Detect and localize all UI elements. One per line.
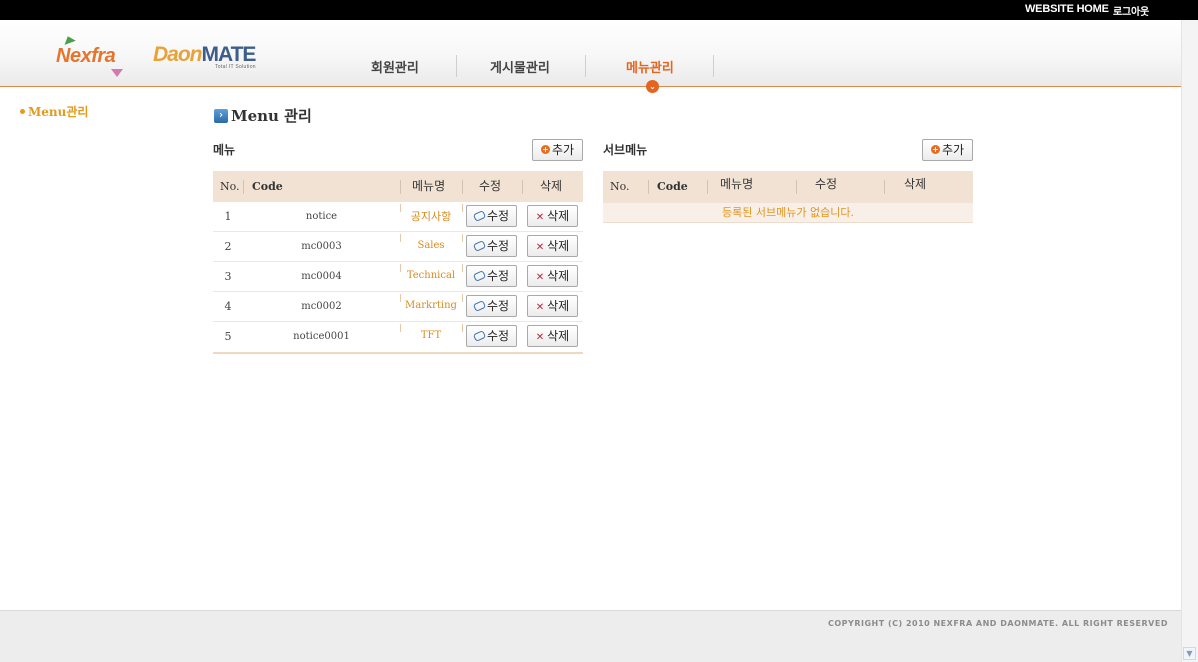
- plus-icon: +: [930, 145, 940, 154]
- add-submenu-button[interactable]: + 추가: [922, 139, 973, 161]
- logout-link[interactable]: 로그아웃: [1113, 3, 1149, 18]
- table-bottom-border: [213, 352, 583, 354]
- copyright-text: COPYRIGHT (C) 2010 NEXFRA AND DAONMATE. …: [828, 619, 1168, 628]
- submenu-section-label: 서브메뉴: [603, 143, 648, 157]
- edit-button[interactable]: 수정: [466, 325, 517, 347]
- edit-button[interactable]: 수정: [466, 265, 517, 287]
- sidebar-item-menu-management[interactable]: Menu관리: [20, 103, 88, 120]
- table-row: 1 notice 공지사항 수정 ✕ 삭제: [213, 202, 583, 232]
- active-nav-chevron-icon: ⌄: [646, 80, 659, 93]
- page-title: › Menu 관리: [214, 105, 312, 126]
- footer: COPYRIGHT (C) 2010 NEXFRA AND DAONMATE. …: [0, 610, 1181, 662]
- bullet-icon: [20, 109, 25, 114]
- delete-button[interactable]: ✕ 삭제: [527, 325, 578, 347]
- top-bar: WEBSITE HOME 로그아웃: [0, 0, 1198, 20]
- table-row: 5 notice0001 TFT 수정 ✕ 삭제: [213, 322, 583, 352]
- eraser-icon: [472, 239, 487, 252]
- menu-table-header: No. Code 메뉴명 수정 삭제: [213, 171, 583, 202]
- eraser-icon: [472, 209, 487, 222]
- edit-button[interactable]: 수정: [466, 205, 517, 227]
- table-row: 3 mc0004 Technical 수정 ✕ 삭제: [213, 262, 583, 292]
- daonmate-logo[interactable]: DaonMATE Total IT Solution: [153, 44, 256, 71]
- plus-icon: +: [540, 145, 550, 154]
- close-icon: ✕: [535, 272, 545, 283]
- edit-button[interactable]: 수정: [466, 235, 517, 257]
- nexfra-logo[interactable]: Nexfra: [56, 34, 130, 80]
- scroll-down-arrow-icon[interactable]: ▼: [1183, 647, 1196, 660]
- website-home-link[interactable]: WEBSITE HOME: [1025, 3, 1109, 15]
- eraser-icon: [472, 299, 487, 312]
- delete-button[interactable]: ✕ 삭제: [527, 265, 578, 287]
- eraser-icon: [472, 329, 487, 342]
- nav-post-management[interactable]: 게시물관리: [490, 57, 550, 76]
- table-row: 4 mc0002 Markrting 수정 ✕ 삭제: [213, 292, 583, 322]
- table-row: 2 mc0003 Sales 수정 ✕ 삭제: [213, 232, 583, 262]
- submenu-table-header: No. Code 메뉴명 수정 삭제: [603, 171, 973, 203]
- delete-button[interactable]: ✕ 삭제: [527, 205, 578, 227]
- logo-triangle-icon: [62, 34, 76, 45]
- delete-button[interactable]: ✕ 삭제: [527, 295, 578, 317]
- arrow-right-icon: ›: [214, 108, 228, 123]
- close-icon: ✕: [535, 332, 545, 343]
- submenu-empty-message: 등록된 서브메뉴가 없습니다.: [603, 203, 973, 223]
- menu-section-label: 메뉴: [213, 143, 236, 157]
- eraser-icon: [472, 269, 487, 282]
- nav-member-management[interactable]: 회원관리: [371, 57, 419, 76]
- close-icon: ✕: [535, 242, 545, 253]
- delete-button[interactable]: ✕ 삭제: [527, 235, 578, 257]
- close-icon: ✕: [535, 212, 545, 223]
- close-icon: ✕: [535, 302, 545, 313]
- vertical-scrollbar[interactable]: [1181, 20, 1198, 662]
- nav-menu-management[interactable]: 메뉴관리: [626, 57, 674, 76]
- add-menu-button[interactable]: + 추가: [532, 139, 583, 161]
- logo-triangle-icon: [111, 69, 123, 77]
- edit-button[interactable]: 수정: [466, 295, 517, 317]
